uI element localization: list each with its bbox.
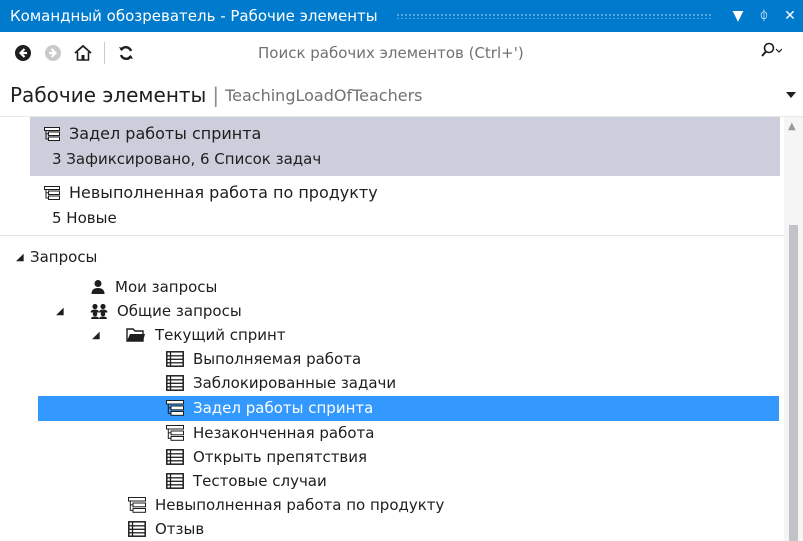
tree-node-sprint-backlog[interactable]: Задел работы спринта <box>166 396 373 420</box>
search-icon[interactable] <box>760 42 783 62</box>
favorite-tile-product-backlog[interactable]: Невыполненная работа по продукту 5 Новые <box>30 176 780 234</box>
team-icon <box>90 303 108 319</box>
page-header: Рабочие элементы | TeachingLoadOfTeacher… <box>0 74 803 117</box>
tree-node-label: Незаконченная работа <box>193 424 375 442</box>
tree-node-label: Общие запросы <box>117 302 242 320</box>
favorite-summary: 5 Новые <box>52 209 117 227</box>
tree-query-icon <box>44 126 60 141</box>
expanded-triangle-icon[interactable]: ◢ <box>92 330 126 341</box>
tree-node-test-cases[interactable]: Тестовые случаи <box>166 469 327 493</box>
expanded-triangle-icon[interactable]: ◢ <box>16 252 30 263</box>
tree-node-label: Заблокированные задачи <box>193 374 397 392</box>
tree-node-unfinished-work[interactable]: Незаконченная работа <box>166 421 374 445</box>
tree-node-shared-queries[interactable]: ◢ Общие запросы <box>56 299 242 323</box>
forward-arrow-icon[interactable] <box>38 38 68 68</box>
scroll-up-icon[interactable]: ▲ <box>788 121 796 132</box>
project-name: TeachingLoadOfTeachers <box>225 85 423 105</box>
user-icon <box>90 279 106 295</box>
refresh-icon[interactable] <box>111 38 141 68</box>
back-arrow-icon[interactable] <box>8 38 38 68</box>
tree-node-blocked-tasks[interactable]: Заблокированные задачи <box>166 371 396 395</box>
home-icon[interactable] <box>68 38 98 68</box>
tree-query-icon <box>166 400 184 416</box>
tree-node-queries[interactable]: ◢ Запросы <box>16 245 97 269</box>
tree-node-label: Открыть препятствия <box>193 448 368 466</box>
scrollbar-thumb[interactable] <box>789 225 798 541</box>
tree-query-icon <box>128 497 146 513</box>
search-box <box>246 38 783 68</box>
header-dropdown-icon[interactable] <box>785 88 797 102</box>
selected-row-highlight <box>38 396 779 421</box>
flat-list-icon <box>166 351 184 367</box>
content-area: Задел работы спринта 3 Зафиксировано, 6 … <box>0 117 784 541</box>
window-title: Командный обозреватель - Рабочие элемент… <box>10 7 378 25</box>
title-bar: Командный обозреватель - Рабочие элемент… <box>0 0 803 32</box>
page-title: Рабочие элементы <box>10 83 207 107</box>
tree-node-label: Отзыв <box>155 520 205 538</box>
flat-list-icon <box>166 473 184 489</box>
tree-node-feedback[interactable]: Отзыв <box>128 517 204 541</box>
header-separator: | <box>212 83 220 107</box>
pin-icon[interactable]: ᛰ <box>751 8 777 24</box>
flat-list-icon <box>128 521 146 537</box>
flat-list-icon <box>166 449 184 465</box>
favorite-title: Невыполненная работа по продукту <box>69 183 378 202</box>
tree-node-label: Задел работы спринта <box>193 399 374 417</box>
tree-node-label: Запросы <box>30 248 98 266</box>
folder-open-icon <box>126 327 146 343</box>
dropdown-icon[interactable]: ▼ <box>725 8 751 24</box>
flat-list-icon <box>166 375 184 391</box>
favorite-title: Задел работы спринта <box>69 124 262 143</box>
tree-node-my-queries[interactable]: Мои запросы <box>90 275 217 299</box>
favorite-tile-sprint-backlog[interactable]: Задел работы спринта 3 Зафиксировано, 6 … <box>30 117 780 176</box>
favorite-summary: 3 Зафиксировано, 6 Список задач <box>52 150 322 168</box>
tree-query-icon <box>44 185 60 200</box>
toolbar-separator <box>104 42 105 64</box>
drag-grip[interactable] <box>395 13 711 19</box>
tree-node-label: Текущий спринт <box>155 326 286 344</box>
tree-node-label: Мои запросы <box>115 278 218 296</box>
close-icon[interactable]: ✕ <box>777 8 803 24</box>
search-input[interactable] <box>246 44 740 62</box>
tree-node-work-in-progress[interactable]: Выполняемая работа <box>166 347 361 371</box>
tree-query-icon <box>166 425 184 441</box>
tree-node-label: Выполняемая работа <box>193 350 362 368</box>
tree-node-label: Тестовые случаи <box>193 472 327 490</box>
tree-node-product-backlog[interactable]: Невыполненная работа по продукту <box>128 493 444 517</box>
toolbar <box>0 32 803 74</box>
expanded-triangle-icon[interactable]: ◢ <box>56 306 90 317</box>
tree-node-label: Невыполненная работа по продукту <box>155 496 445 514</box>
tree-node-current-sprint[interactable]: ◢ Текущий спринт <box>92 323 286 347</box>
vertical-scrollbar[interactable]: ▲ <box>784 117 803 541</box>
section-divider <box>0 235 784 236</box>
tree-node-open-impediments[interactable]: Открыть препятствия <box>166 445 367 469</box>
